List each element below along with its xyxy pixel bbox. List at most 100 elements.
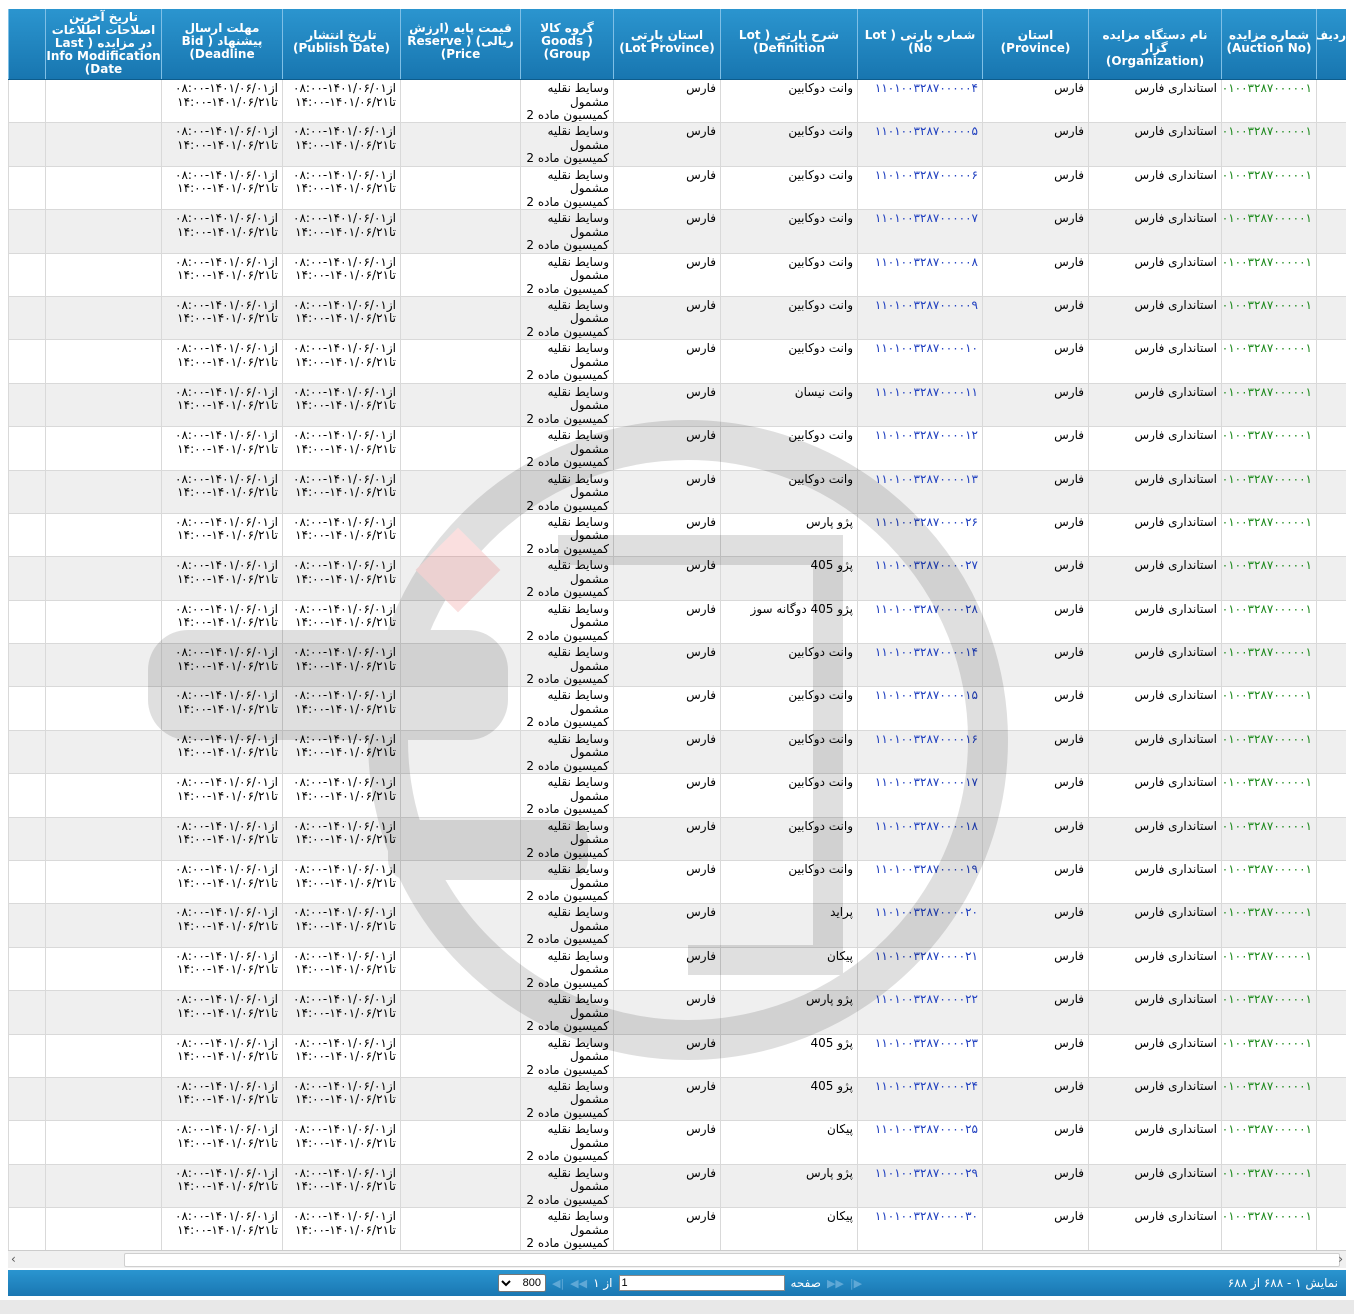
scroll-left-arrow-icon[interactable]: ‹ [11, 1252, 16, 1266]
horizontal-scrollbar[interactable]: ‹ › [8, 1250, 1346, 1268]
cell-lot-no[interactable]: ۱۱۰۱۰۰۳۲۸۷۰۰۰۰۲۲ [857, 991, 982, 1034]
cell-lot-no[interactable]: ۱۱۰۱۰۰۳۲۸۷۰۰۰۰۲۰ [857, 904, 982, 947]
cell-lot-no[interactable]: ۱۱۰۱۰۰۳۲۸۷۰۰۰۰۰۸ [857, 253, 982, 296]
cell-auction-no[interactable]: ۱۰۰۱۰۰۳۲۸۷۰۰۰۰۰۱ [1221, 861, 1316, 904]
table-row[interactable]: ۱۰۰۱۰۰۳۲۸۷۰۰۰۰۰۱استانداری فارسفارس۱۱۰۱۰۰… [8, 513, 1346, 558]
table-row[interactable]: ۱۰۰۱۰۰۳۲۸۷۰۰۰۰۰۱استانداری فارسفارس۱۱۰۱۰۰… [8, 427, 1346, 471]
cell-auction-no[interactable]: ۱۰۰۱۰۰۳۲۸۷۰۰۰۰۰۱ [1221, 253, 1316, 296]
table-row[interactable]: ۱۰۰۱۰۰۳۲۸۷۰۰۰۰۰۱استانداری فارسفارس۱۱۰۱۰۰… [8, 210, 1346, 254]
cell-lot-no[interactable]: ۱۱۰۱۰۰۳۲۸۷۰۰۰۰۰۷ [857, 210, 982, 253]
cell-auction-no[interactable]: ۱۰۰۱۰۰۳۲۸۷۰۰۰۰۰۱ [1221, 123, 1316, 166]
cell-auction-no[interactable]: ۱۰۰۱۰۰۳۲۸۷۰۰۰۰۰۱ [1221, 557, 1316, 600]
cell-lot-no[interactable]: ۱۱۰۱۰۰۳۲۸۷۰۰۰۰۱۹ [857, 861, 982, 904]
cell-lot-no[interactable]: ۱۱۰۱۰۰۳۲۸۷۰۰۰۰۱۲ [857, 427, 982, 470]
cell-auction-no[interactable]: ۱۰۰۱۰۰۳۲۸۷۰۰۰۰۰۱ [1221, 904, 1316, 947]
column-header-deadline[interactable]: مهلت ارسال پیشنهاد ( Bid Deadline) [161, 9, 282, 79]
table-row[interactable]: ۱۰۰۱۰۰۳۲۸۷۰۰۰۰۰۱استانداری فارسفارس۱۱۰۱۰۰… [8, 470, 1346, 514]
page-number-input[interactable] [618, 1275, 785, 1291]
table-row[interactable]: ۱۰۰۱۰۰۳۲۸۷۰۰۰۰۰۱استانداری فارسفارس۱۱۰۱۰۰… [8, 166, 1346, 211]
table-row[interactable]: ۱۰۰۱۰۰۳۲۸۷۰۰۰۰۰۱استانداری فارسفارس۱۱۰۱۰۰… [8, 557, 1346, 601]
cell-lot-no[interactable]: ۱۱۰۱۰۰۳۲۸۷۰۰۰۰۱۳ [857, 470, 982, 513]
cell-auction-no[interactable]: ۱۰۰۱۰۰۳۲۸۷۰۰۰۰۰۱ [1221, 1034, 1316, 1077]
cell-auction-no[interactable]: ۱۰۰۱۰۰۳۲۸۷۰۰۰۰۰۱ [1221, 730, 1316, 774]
cell-lot-no[interactable]: ۱۱۰۱۰۰۳۲۸۷۰۰۰۰۰۵ [857, 123, 982, 166]
table-row[interactable]: ۱۰۰۱۰۰۳۲۸۷۰۰۰۰۰۱استانداری فارسفارس۱۱۰۱۰۰… [8, 1164, 1346, 1209]
cell-auction-no[interactable]: ۱۰۰۱۰۰۳۲۸۷۰۰۰۰۰۱ [1221, 1121, 1316, 1164]
table-row[interactable]: ۱۰۰۱۰۰۳۲۸۷۰۰۰۰۰۱استانداری فارسفارس۱۱۰۱۰۰… [8, 383, 1346, 428]
cell-auction-no[interactable]: ۱۰۰۱۰۰۳۲۸۷۰۰۰۰۰۱ [1221, 817, 1316, 861]
table-row[interactable]: ۱۰۰۱۰۰۳۲۸۷۰۰۰۰۰۱استانداری فارسفارس۱۱۰۱۰۰… [8, 687, 1346, 731]
scrollbar-thumb[interactable] [124, 1253, 1340, 1267]
cell-lot-no[interactable]: ۱۱۰۱۰۰۳۲۸۷۰۰۰۰۱۸ [857, 817, 982, 861]
column-header-goods-group[interactable]: گروه کالا ( Goods Group) [520, 9, 613, 79]
column-header-row-no[interactable]: ردیف [1316, 9, 1346, 79]
cell-auction-no[interactable]: ۱۰۰۱۰۰۳۲۸۷۰۰۰۰۰۱ [1221, 383, 1316, 427]
scroll-right-arrow-icon[interactable]: › [1338, 1252, 1343, 1266]
cell-auction-no[interactable]: ۱۰۰۱۰۰۳۲۸۷۰۰۰۰۰۱ [1221, 296, 1316, 340]
table-row[interactable]: ۱۰۰۱۰۰۳۲۸۷۰۰۰۰۰۱استانداری فارسفارس۱۱۰۱۰۰… [8, 904, 1346, 948]
cell-auction-no[interactable]: ۱۰۰۱۰۰۳۲۸۷۰۰۰۰۰۱ [1221, 1164, 1316, 1208]
cell-auction-no[interactable]: ۱۰۰۱۰۰۳۲۸۷۰۰۰۰۰۱ [1221, 774, 1316, 817]
column-header-last-mod[interactable]: تاریخ آخرین اصلاحات اطلاعات در مزایده ( … [45, 9, 161, 79]
table-row[interactable]: ۱۰۰۱۰۰۳۲۸۷۰۰۰۰۰۱استانداری فارسفارس۱۱۰۱۰۰… [8, 296, 1346, 341]
cell-lot-no[interactable]: ۱۱۰۱۰۰۳۲۸۷۰۰۰۰۲۴ [857, 1077, 982, 1121]
cell-lot-no[interactable]: ۱۱۰۱۰۰۳۲۸۷۰۰۰۰۰۶ [857, 166, 982, 210]
table-row[interactable]: ۱۰۰۱۰۰۳۲۸۷۰۰۰۰۰۱استانداری فارسفارس۱۱۰۱۰۰… [8, 600, 1346, 645]
cell-auction-no[interactable]: ۱۰۰۱۰۰۳۲۸۷۰۰۰۰۰۱ [1221, 470, 1316, 513]
table-row[interactable]: ۱۰۰۱۰۰۳۲۸۷۰۰۰۰۰۱استانداری فارسفارس۱۱۰۱۰۰… [8, 817, 1346, 862]
cell-lot-no[interactable]: ۱۱۰۱۰۰۳۲۸۷۰۰۰۰۱۵ [857, 687, 982, 730]
cell-auction-no[interactable]: ۱۰۰۱۰۰۳۲۸۷۰۰۰۰۰۱ [1221, 340, 1316, 383]
cell-lot-no[interactable]: ۱۱۰۱۰۰۳۲۸۷۰۰۰۰۱۱ [857, 383, 982, 427]
table-row[interactable]: ۱۰۰۱۰۰۳۲۸۷۰۰۰۰۰۱استانداری فارسفارس۱۱۰۱۰۰… [8, 80, 1346, 124]
cell-auction-no[interactable]: ۱۰۰۱۰۰۳۲۸۷۰۰۰۰۰۱ [1221, 687, 1316, 730]
prev-page-icon[interactable]: ▶▶ [827, 1277, 844, 1290]
cell-lot-no[interactable]: ۱۱۰۱۰۰۳۲۸۷۰۰۰۰۲۱ [857, 947, 982, 991]
cell-lot-no[interactable]: ۱۱۰۱۰۰۳۲۸۷۰۰۰۰۲۳ [857, 1034, 982, 1077]
column-header-definition[interactable]: شرح پارتی ( Lot Definition) [720, 9, 857, 79]
cell-auction-no[interactable]: ۱۰۰۱۰۰۳۲۸۷۰۰۰۰۰۱ [1221, 80, 1316, 123]
cell-lot-no[interactable]: ۱۱۰۱۰۰۳۲۸۷۰۰۰۰۰۹ [857, 296, 982, 340]
cell-auction-no[interactable]: ۱۰۰۱۰۰۳۲۸۷۰۰۰۰۰۱ [1221, 427, 1316, 470]
grid-body[interactable]: ۱۰۰۱۰۰۳۲۸۷۰۰۰۰۰۱استانداری فارسفارس۱۱۰۱۰۰… [8, 80, 1346, 1250]
table-row[interactable]: ۱۰۰۱۰۰۳۲۸۷۰۰۰۰۰۱استانداری فارسفارس۱۱۰۱۰۰… [8, 1077, 1346, 1122]
table-row[interactable]: ۱۰۰۱۰۰۳۲۸۷۰۰۰۰۰۱استانداری فارسفارس۱۱۰۱۰۰… [8, 774, 1346, 818]
table-row[interactable]: ۱۰۰۱۰۰۳۲۸۷۰۰۰۰۰۱استانداری فارسفارس۱۱۰۱۰۰… [8, 340, 1346, 384]
table-row[interactable]: ۱۰۰۱۰۰۳۲۸۷۰۰۰۰۰۱استانداری فارسفارس۱۱۰۱۰۰… [8, 947, 1346, 992]
cell-auction-no[interactable]: ۱۰۰۱۰۰۳۲۸۷۰۰۰۰۰۱ [1221, 513, 1316, 557]
column-header-publish-date[interactable]: تاریخ انتشار (Publish Date) [282, 9, 400, 79]
table-row[interactable]: ۱۰۰۱۰۰۳۲۸۷۰۰۰۰۰۱استانداری فارسفارس۱۱۰۱۰۰… [8, 123, 1346, 167]
cell-auction-no[interactable]: ۱۰۰۱۰۰۳۲۸۷۰۰۰۰۰۱ [1221, 947, 1316, 991]
table-row[interactable]: ۱۰۰۱۰۰۳۲۸۷۰۰۰۰۰۱استانداری فارسفارس۱۱۰۱۰۰… [8, 1121, 1346, 1165]
column-header-auction-no[interactable]: شماره مزایده (Auction No) [1221, 9, 1316, 79]
cell-lot-no[interactable]: ۱۱۰۱۰۰۳۲۸۷۰۰۰۰۱۰ [857, 340, 982, 383]
cell-lot-no[interactable]: ۱۱۰۱۰۰۳۲۸۷۰۰۰۰۰۴ [857, 80, 982, 123]
cell-lot-no[interactable]: ۱۱۰۱۰۰۳۲۸۷۰۰۰۰۲۵ [857, 1121, 982, 1164]
column-header-lot-no[interactable]: شماره پارتی ( Lot No) [857, 9, 982, 79]
cell-lot-no[interactable]: ۱۱۰۱۰۰۳۲۸۷۰۰۰۰۲۷ [857, 557, 982, 600]
column-header-organization[interactable]: نام دستگاه مزایده گزار (Organization) [1088, 9, 1221, 79]
table-row[interactable]: ۱۰۰۱۰۰۳۲۸۷۰۰۰۰۰۱استانداری فارسفارس۱۱۰۱۰۰… [8, 644, 1346, 688]
table-row[interactable]: ۱۰۰۱۰۰۳۲۸۷۰۰۰۰۰۱استانداری فارسفارس۱۱۰۱۰۰… [8, 730, 1346, 775]
column-header-lot-province[interactable]: استان پارتی (Lot Province) [613, 9, 720, 79]
cell-auction-no[interactable]: ۱۰۰۱۰۰۳۲۸۷۰۰۰۰۰۱ [1221, 600, 1316, 644]
cell-lot-no[interactable]: ۱۱۰۱۰۰۳۲۸۷۰۰۰۰۱۷ [857, 774, 982, 817]
cell-auction-no[interactable]: ۱۰۰۱۰۰۳۲۸۷۰۰۰۰۰۱ [1221, 991, 1316, 1034]
cell-auction-no[interactable]: ۱۰۰۱۰۰۳۲۸۷۰۰۰۰۰۱ [1221, 644, 1316, 687]
page-size-select[interactable]: 800 [498, 1274, 546, 1292]
table-row[interactable]: ۱۰۰۱۰۰۳۲۸۷۰۰۰۰۰۱استانداری فارسفارس۱۱۰۱۰۰… [8, 991, 1346, 1035]
cell-lot-no[interactable]: ۱۱۰۱۰۰۳۲۸۷۰۰۰۰۲۶ [857, 513, 982, 557]
last-page-icon[interactable]: |◀ [552, 1277, 564, 1290]
table-row[interactable]: ۱۰۰۱۰۰۳۲۸۷۰۰۰۰۰۱استانداری فارسفارس۱۱۰۱۰۰… [8, 861, 1346, 905]
next-page-icon[interactable]: ◀◀ [570, 1277, 587, 1290]
cell-auction-no[interactable]: ۱۰۰۱۰۰۳۲۸۷۰۰۰۰۰۱ [1221, 1077, 1316, 1121]
table-row[interactable]: ۱۰۰۱۰۰۳۲۸۷۰۰۰۰۰۱استانداری فارسفارس۱۱۰۱۰۰… [8, 253, 1346, 297]
cell-auction-no[interactable]: ۱۰۰۱۰۰۳۲۸۷۰۰۰۰۰۱ [1221, 1208, 1316, 1250]
cell-auction-no[interactable]: ۱۰۰۱۰۰۳۲۸۷۰۰۰۰۰۱ [1221, 166, 1316, 210]
first-page-icon[interactable]: ▶| [850, 1277, 862, 1290]
cell-lot-no[interactable]: ۱۱۰۱۰۰۳۲۸۷۰۰۰۰۳۰ [857, 1208, 982, 1250]
cell-auction-no[interactable]: ۱۰۰۱۰۰۳۲۸۷۰۰۰۰۰۱ [1221, 210, 1316, 253]
table-row[interactable]: ۱۰۰۱۰۰۳۲۸۷۰۰۰۰۰۱استانداری فارسفارس۱۱۰۱۰۰… [8, 1034, 1346, 1078]
column-header-extra[interactable] [8, 9, 45, 79]
cell-lot-no[interactable]: ۱۱۰۱۰۰۳۲۸۷۰۰۰۰۲۹ [857, 1164, 982, 1208]
column-header-reserve-price[interactable]: قیمت پایه (ارزش ریالی) ( Reserve Price) [400, 9, 520, 79]
